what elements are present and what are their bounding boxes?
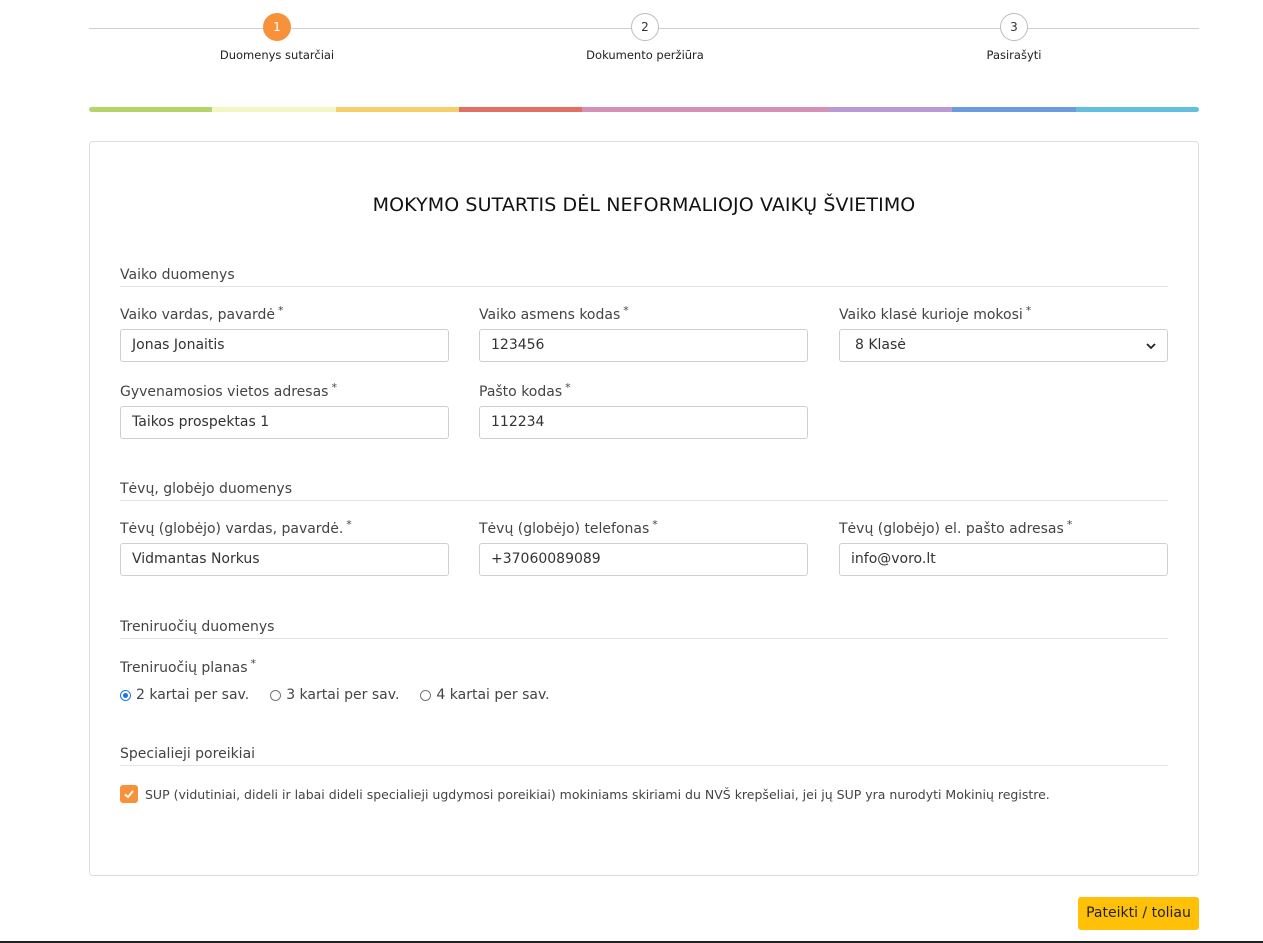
- postal-code-label: Pašto kodas: [479, 384, 563, 400]
- step-3-label: Pasirašyti: [986, 48, 1042, 62]
- submit-button[interactable]: Pateikti / toliau: [1078, 897, 1199, 930]
- color-bar-segment: [582, 107, 706, 112]
- color-bar-segment: [212, 107, 336, 112]
- color-bar-segment: [89, 107, 213, 112]
- required-mark: *: [250, 657, 257, 670]
- parent-name-input[interactable]: Vidmantas Norkus: [120, 543, 449, 576]
- color-bar-segment: [458, 107, 583, 112]
- step-2[interactable]: 2 Dokumento peržiūra: [545, 13, 745, 62]
- required-mark: *: [1025, 304, 1032, 317]
- color-bar-segment: [828, 107, 953, 112]
- child-name-input[interactable]: Jonas Jonaitis: [120, 329, 449, 362]
- child-code-input[interactable]: 123456: [479, 329, 808, 362]
- required-mark: *: [565, 381, 571, 394]
- child-name-label: Vaiko vardas, pavardė: [120, 307, 275, 323]
- radio-option-label: 4 kartai per sav.: [436, 687, 550, 703]
- page-wrapper: 1 Duomenys sutarčiai 2 Dokumento peržiūr…: [89, 0, 1199, 876]
- training-plan-field: Treniruočių planas *: [120, 657, 449, 677]
- stepper: 1 Duomenys sutarčiai 2 Dokumento peržiūr…: [89, 0, 1199, 80]
- required-mark: *: [346, 518, 352, 531]
- color-bar-segment: [952, 107, 1076, 112]
- child-class-selected-value: 8 Klasė: [855, 337, 906, 353]
- checkmark-icon: [124, 790, 134, 799]
- section-training: Treniruočių duomenys: [120, 619, 1168, 639]
- radio-option-3[interactable]: 3 kartai per sav.: [270, 687, 399, 703]
- color-bar-segment: [335, 107, 459, 112]
- parent-name-field: Tėvų (globėjo) vardas, pavardė. * Vidmant…: [120, 518, 449, 576]
- parent-name-label: Tėvų (globėjo) vardas, pavardė.: [120, 521, 344, 537]
- training-plan-label: Treniruočių planas: [120, 660, 248, 676]
- parent-email-input[interactable]: info@voro.lt: [839, 543, 1168, 576]
- child-code-field: Vaiko asmens kodas * 123456: [479, 304, 808, 362]
- required-mark: *: [277, 304, 284, 317]
- step-1-circle: 1: [263, 13, 291, 41]
- radio-option-label: 2 kartai per sav.: [136, 687, 250, 703]
- radio-dot[interactable]: [120, 689, 131, 701]
- required-mark: *: [331, 381, 337, 394]
- child-class-field: Vaiko klasė kurioje mokosi * 8 Klasė: [839, 304, 1168, 362]
- sup-checkbox-label: SUP (vidutiniai, dideli ir labai dideli …: [145, 786, 1050, 802]
- radio-option-2[interactable]: 2 kartai per sav.: [120, 687, 249, 703]
- step-3-circle: 3: [1000, 13, 1028, 41]
- step-1[interactable]: 1 Duomenys sutarčiai: [177, 13, 377, 62]
- postal-code-input[interactable]: 112234: [479, 406, 808, 439]
- section-special: Specialieji poreikiai: [120, 746, 1168, 766]
- training-plan-radio-group: 2 kartai per sav. 3 kartai per sav. 4 ka…: [120, 687, 571, 703]
- parent-email-field: Tėvų (globėjo) el. pašto adresas * info@v…: [839, 518, 1168, 576]
- required-mark: *: [1066, 518, 1073, 531]
- section-parent: Tėvų, globėjo duomenys: [120, 481, 1168, 501]
- radio-dot[interactable]: [270, 689, 282, 701]
- radio-option-4[interactable]: 4 kartai per sav.: [420, 687, 550, 703]
- section-child: Vaiko duomenys: [120, 267, 1168, 287]
- parent-phone-field: Tėvų (globėjo) telefonas * +37060089089: [479, 518, 808, 576]
- color-bar: [89, 107, 1199, 112]
- address-field: Gyvenamosios vietos adresas * Taikos pros…: [120, 381, 449, 439]
- address-label: Gyvenamosios vietos adresas: [120, 384, 329, 400]
- color-bar-segment: [1075, 107, 1199, 112]
- child-class-label: Vaiko klasė kurioje mokosi: [839, 307, 1023, 323]
- radio-option-label: 3 kartai per sav.: [286, 687, 400, 703]
- step-2-circle: 2: [631, 13, 659, 41]
- step-2-label: Dokumento peržiūra: [586, 48, 704, 62]
- child-class-select[interactable]: 8 Klasė: [839, 329, 1168, 362]
- parent-phone-input[interactable]: +37060089089: [479, 543, 808, 576]
- child-code-label: Vaiko asmens kodas: [479, 307, 621, 323]
- color-bar-segment: [705, 107, 829, 112]
- required-mark: *: [623, 304, 629, 317]
- step-3[interactable]: 3 Pasirašyti: [914, 13, 1114, 62]
- parent-email-label: Tėvų (globėjo) el. pašto adresas: [839, 521, 1064, 537]
- contract-form-card: MOKYMO SUTARTIS DĖL NEFORMALIOJO VAIKŲ Š…: [89, 141, 1199, 876]
- required-mark: *: [652, 518, 658, 531]
- radio-dot[interactable]: [420, 689, 432, 701]
- postal-code-field: Pašto kodas * 112234: [479, 381, 808, 439]
- step-1-label: Duomenys sutarčiai: [219, 48, 335, 62]
- sup-checkbox[interactable]: [120, 785, 138, 803]
- sup-checkbox-row[interactable]: SUP (vidutiniai, dideli ir labai dideli …: [120, 785, 1050, 803]
- child-name-field: Vaiko vardas, pavardė * Jonas Jonaitis: [120, 304, 449, 362]
- form-title: MOKYMO SUTARTIS DĖL NEFORMALIOJO VAIKŲ Š…: [372, 194, 916, 216]
- address-input[interactable]: Taikos prospektas 1: [120, 406, 449, 439]
- chevron-down-icon: [1146, 342, 1156, 349]
- parent-phone-label: Tėvų (globėjo) telefonas: [479, 521, 650, 537]
